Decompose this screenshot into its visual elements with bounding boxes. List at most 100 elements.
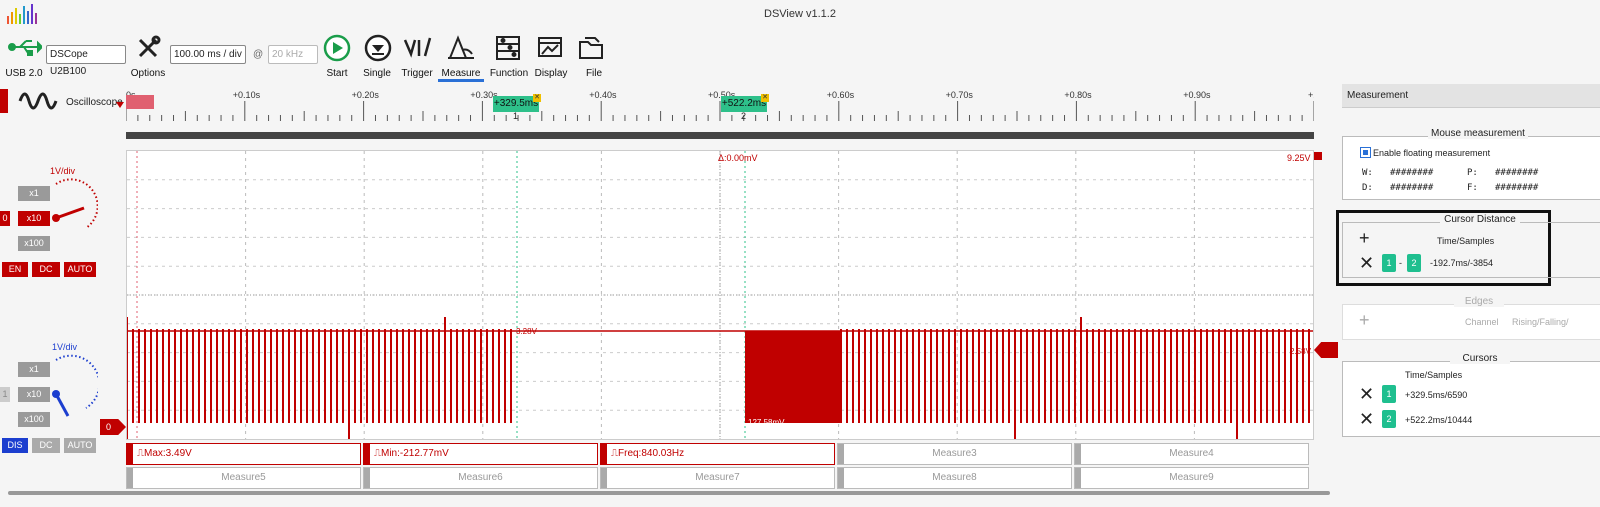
edges-rising-label: Rising/Falling/ (1512, 317, 1569, 327)
trigger-icon[interactable] (402, 34, 432, 62)
display-label[interactable]: Display (530, 68, 572, 79)
cursors-group (1342, 361, 1600, 437)
measure8-box[interactable]: Measure7 (600, 467, 835, 489)
measure1-box[interactable]: ⎍Max:3.49V (126, 443, 361, 465)
oscilloscope-icon[interactable] (18, 88, 58, 114)
device-select[interactable]: DSCope U2B100 (46, 45, 126, 77)
distance-cursor-b[interactable]: 2 (1407, 254, 1421, 272)
cursor2-close-icon[interactable]: ✕ (761, 94, 769, 102)
ch1-vdiv-knob[interactable] (46, 352, 101, 420)
cursor1-close-icon[interactable]: ✕ (533, 94, 541, 102)
measure2-icon: ⎍ (374, 448, 381, 459)
time-ruler[interactable]: 0s+0.10s+0.20s+0.30s+0.40s+0.50s+0.60s+0… (125, 87, 1321, 127)
ch-offset-marker-right[interactable] (1314, 342, 1338, 358)
add-edge-icon[interactable]: + (1359, 311, 1370, 329)
remove-cursor2-icon[interactable]: ✕ (1359, 410, 1374, 428)
ch0-x1-button[interactable]: x1 (18, 186, 50, 201)
ch1-offset-marker[interactable]: 0 (100, 419, 126, 435)
floating-measurement-label[interactable]: Enable floating measurement (1373, 148, 1490, 158)
measure3-value: Freq:840.03Hz (618, 448, 685, 459)
start-icon[interactable] (320, 34, 354, 62)
cursor2-badge[interactable]: 2 (1382, 410, 1396, 428)
ch0-x10-button[interactable]: x10 (18, 211, 50, 226)
cursors-col-header: Time/Samples (1405, 370, 1463, 380)
ch1-coupling-button[interactable]: DC (32, 438, 60, 453)
measure-active-indicator (438, 79, 484, 82)
ruler-tick-label: +0.10s (233, 90, 261, 100)
cursor1-badge[interactable]: 1 (1382, 385, 1396, 403)
ch0-index: 0 (0, 211, 10, 226)
measure5-box[interactable]: Measure4 (1074, 443, 1309, 465)
horizontal-scrollbar[interactable] (8, 491, 1330, 495)
remove-distance-icon[interactable]: ✕ (1359, 254, 1374, 272)
single-icon[interactable] (362, 34, 394, 62)
mode-dropdown-icon[interactable] (116, 102, 124, 108)
measure3-box[interactable]: ⎍Freq:840.03Hz (600, 443, 835, 465)
ch0-x100-button[interactable]: x100 (18, 236, 50, 251)
cursors-title: Cursors (1450, 353, 1510, 364)
ruler-tick-label: +0.20s (352, 90, 380, 100)
measure1-icon: ⎍ (137, 448, 144, 459)
floating-measurement-checkbox[interactable] (1360, 147, 1371, 158)
p-value: ######## (1495, 168, 1539, 178)
edges-channel-label: Channel (1465, 317, 1499, 327)
measure7-box[interactable]: Measure6 (363, 467, 598, 489)
options-icon[interactable] (134, 34, 162, 62)
ruler-tick-label: +0.40s (589, 90, 617, 100)
ch1-x1-button[interactable]: x1 (18, 362, 50, 377)
ch0-enable-button[interactable]: EN (2, 262, 28, 277)
measure10-box[interactable]: Measure9 (1074, 467, 1309, 489)
start-label[interactable]: Start (318, 68, 356, 79)
scroll-track[interactable] (126, 132, 1314, 139)
measure6-box[interactable]: Measure5 (126, 467, 361, 489)
ch1-disable-button[interactable]: DIS (2, 438, 28, 453)
ch1-vdiv-label: 1V/div (52, 342, 78, 352)
ruler-tick-label: +0.90s (1183, 90, 1211, 100)
options-label[interactable]: Options (126, 68, 170, 79)
file-label[interactable]: File (577, 68, 611, 79)
remove-cursor1-icon[interactable]: ✕ (1359, 385, 1374, 403)
edges-title: Edges (1454, 296, 1504, 307)
ruler-tick-label: +0.80s (1064, 90, 1092, 100)
measure6-value: Measure5 (221, 472, 266, 483)
ch0-coupling-button[interactable]: DC (32, 262, 60, 277)
ch0-vdiv-knob[interactable] (46, 176, 99, 236)
ruler-tick-label: +1. (1308, 90, 1314, 100)
measure7-value: Measure6 (458, 472, 503, 483)
cursor2-number: 2 (741, 111, 747, 121)
trigger-pos-marker[interactable] (126, 95, 154, 109)
ch1-right-level: 2.58V (1290, 347, 1311, 356)
usb-label: USB 2.0 (5, 68, 43, 79)
ruler-tick-label: +0.60s (827, 90, 855, 100)
single-label[interactable]: Single (358, 68, 396, 79)
dsview-window: { "app": {"title": "DSView v1.1.2"}, "to… (0, 0, 1600, 507)
function-icon[interactable] (494, 34, 522, 62)
mode-label[interactable]: Oscilloscope (66, 97, 123, 108)
cursor-distance-title: Cursor Distance (1440, 214, 1520, 225)
ch1-x10-button[interactable]: x10 (18, 387, 50, 402)
measure2-value: Min:-212.77mV (381, 448, 449, 459)
measure9-box[interactable]: Measure8 (837, 467, 1072, 489)
ch1-auto-button[interactable]: AUTO (64, 438, 96, 453)
measure2-box[interactable]: ⎍Min:-212.77mV (363, 443, 598, 465)
measure-icon[interactable] (446, 34, 476, 62)
distance-dash: - (1399, 258, 1402, 268)
samplerate-select[interactable]: 20 kHz (268, 45, 318, 64)
ch0-offset-marker-top[interactable] (1314, 152, 1322, 160)
measure4-value: Measure3 (932, 448, 977, 459)
add-distance-icon[interactable]: + (1359, 229, 1370, 247)
waveform-view[interactable] (126, 150, 1314, 440)
distance-cursor-a[interactable]: 1 (1382, 254, 1396, 272)
trigger-label[interactable]: Trigger (398, 68, 436, 79)
f-value: ######## (1495, 183, 1539, 193)
measure-label[interactable]: Measure (440, 68, 482, 79)
at-label: @ (253, 49, 264, 60)
ch1-x100-button[interactable]: x100 (18, 412, 50, 427)
ch0-auto-button[interactable]: AUTO (64, 262, 96, 277)
measure4-box[interactable]: Measure3 (837, 443, 1072, 465)
display-icon[interactable] (536, 34, 564, 62)
timebase-select[interactable]: 100.00 ms / div (170, 45, 246, 64)
function-label[interactable]: Function (487, 68, 531, 79)
measure10-value: Measure9 (1169, 472, 1214, 483)
file-icon[interactable] (577, 34, 605, 62)
